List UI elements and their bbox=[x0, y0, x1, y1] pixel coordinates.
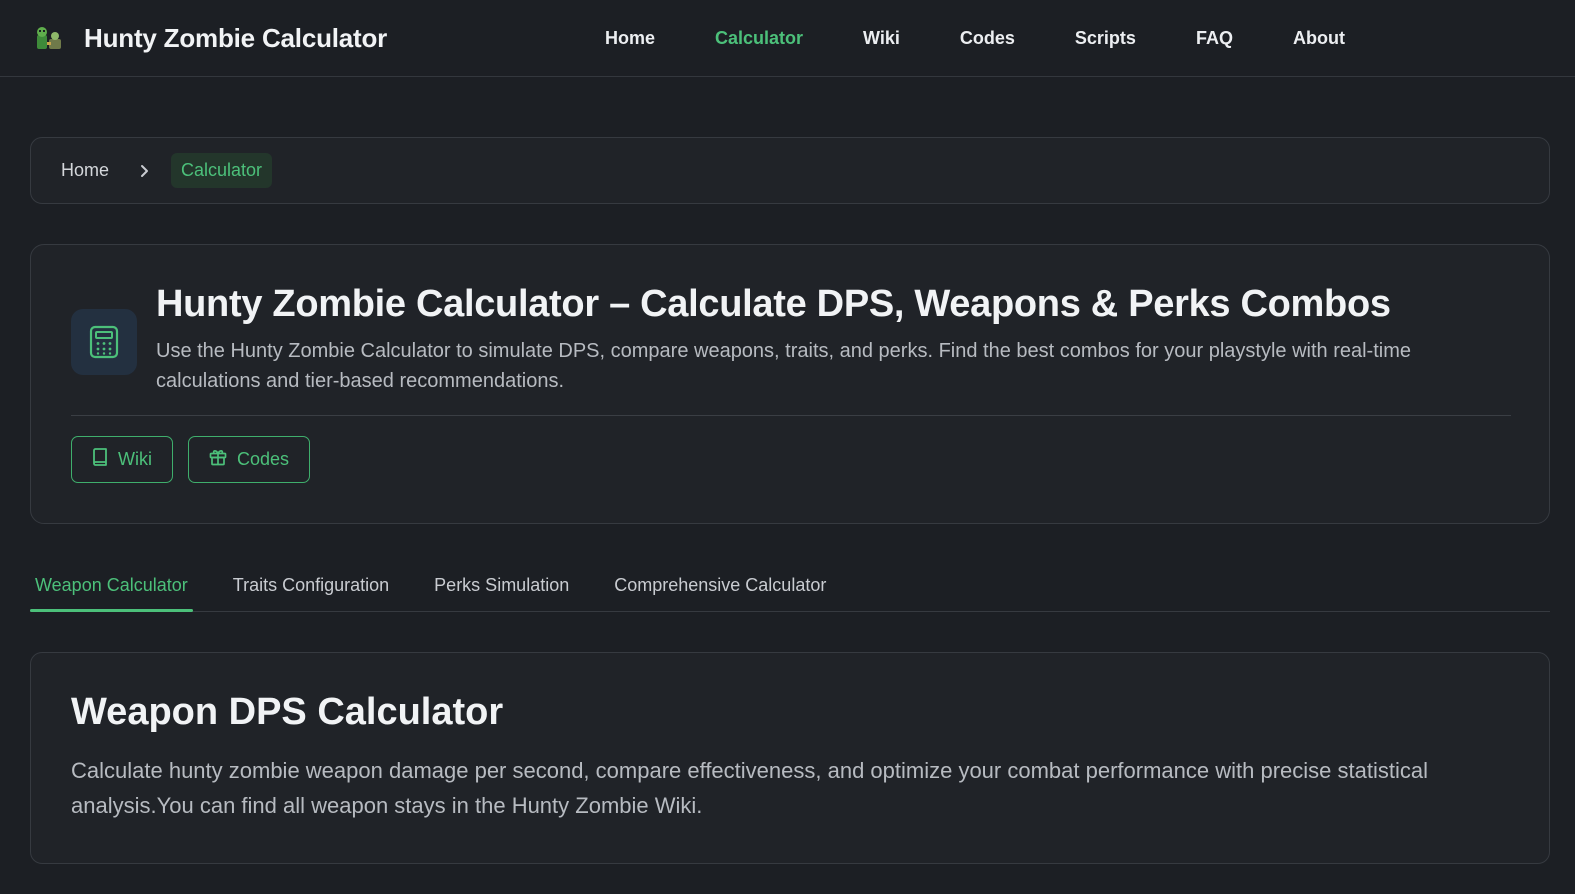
nav-wiki[interactable]: Wiki bbox=[863, 28, 900, 49]
wiki-button-label: Wiki bbox=[118, 449, 152, 469]
chevron-right-icon bbox=[139, 164, 149, 178]
tab-weapon-calculator[interactable]: Weapon Calculator bbox=[30, 565, 193, 612]
tab-traits-configuration[interactable]: Traits Configuration bbox=[228, 565, 394, 611]
calculator-icon bbox=[71, 309, 137, 375]
nav-codes[interactable]: Codes bbox=[960, 28, 1015, 49]
nav-scripts[interactable]: Scripts bbox=[1075, 28, 1136, 49]
breadcrumb: Home Calculator bbox=[30, 137, 1550, 204]
top-navbar: Hunty Zombie Calculator Home Calculator … bbox=[0, 0, 1575, 77]
panel-title: Weapon DPS Calculator bbox=[71, 691, 504, 733]
gift-icon bbox=[209, 448, 227, 471]
tab-perks-simulation[interactable]: Perks Simulation bbox=[429, 565, 574, 611]
nav-home[interactable]: Home bbox=[605, 28, 655, 49]
zombie-logo-icon bbox=[32, 20, 68, 56]
wiki-button[interactable]: Wiki bbox=[71, 436, 173, 483]
divider bbox=[71, 415, 1511, 416]
main-nav: Home Calculator Wiki Codes Scripts FAQ A… bbox=[605, 0, 1405, 76]
tab-comprehensive-calculator[interactable]: Comprehensive Calculator bbox=[609, 565, 831, 611]
codes-button[interactable]: Codes bbox=[188, 436, 311, 483]
hero-buttons: Wiki Codes bbox=[71, 436, 311, 483]
panel-description: Calculate hunty zombie weapon damage per… bbox=[71, 758, 1428, 818]
nav-faq[interactable]: FAQ bbox=[1196, 28, 1233, 49]
nav-calculator[interactable]: Calculator bbox=[715, 28, 803, 49]
weapon-calculator-panel: Weapon DPS Calculator Calculate hunty zo… bbox=[30, 652, 1550, 864]
breadcrumb-home-link[interactable]: Home bbox=[61, 160, 109, 181]
page-description: Use the Hunty Zombie Calculator to simul… bbox=[156, 340, 1411, 392]
brand-title: Hunty Zombie Calculator bbox=[84, 22, 388, 53]
breadcrumb-current: Calculator bbox=[171, 153, 273, 188]
hero-card: Hunty Zombie Calculator – Calculate DPS,… bbox=[30, 244, 1550, 524]
calculator-tabs: Weapon Calculator Traits Configuration P… bbox=[30, 565, 1550, 612]
codes-button-label: Codes bbox=[237, 449, 290, 469]
page-title: Hunty Zombie Calculator – Calculate DPS,… bbox=[156, 283, 1391, 325]
nav-about[interactable]: About bbox=[1293, 28, 1345, 49]
book-icon bbox=[92, 448, 108, 471]
brand[interactable]: Hunty Zombie Calculator bbox=[32, 20, 387, 56]
